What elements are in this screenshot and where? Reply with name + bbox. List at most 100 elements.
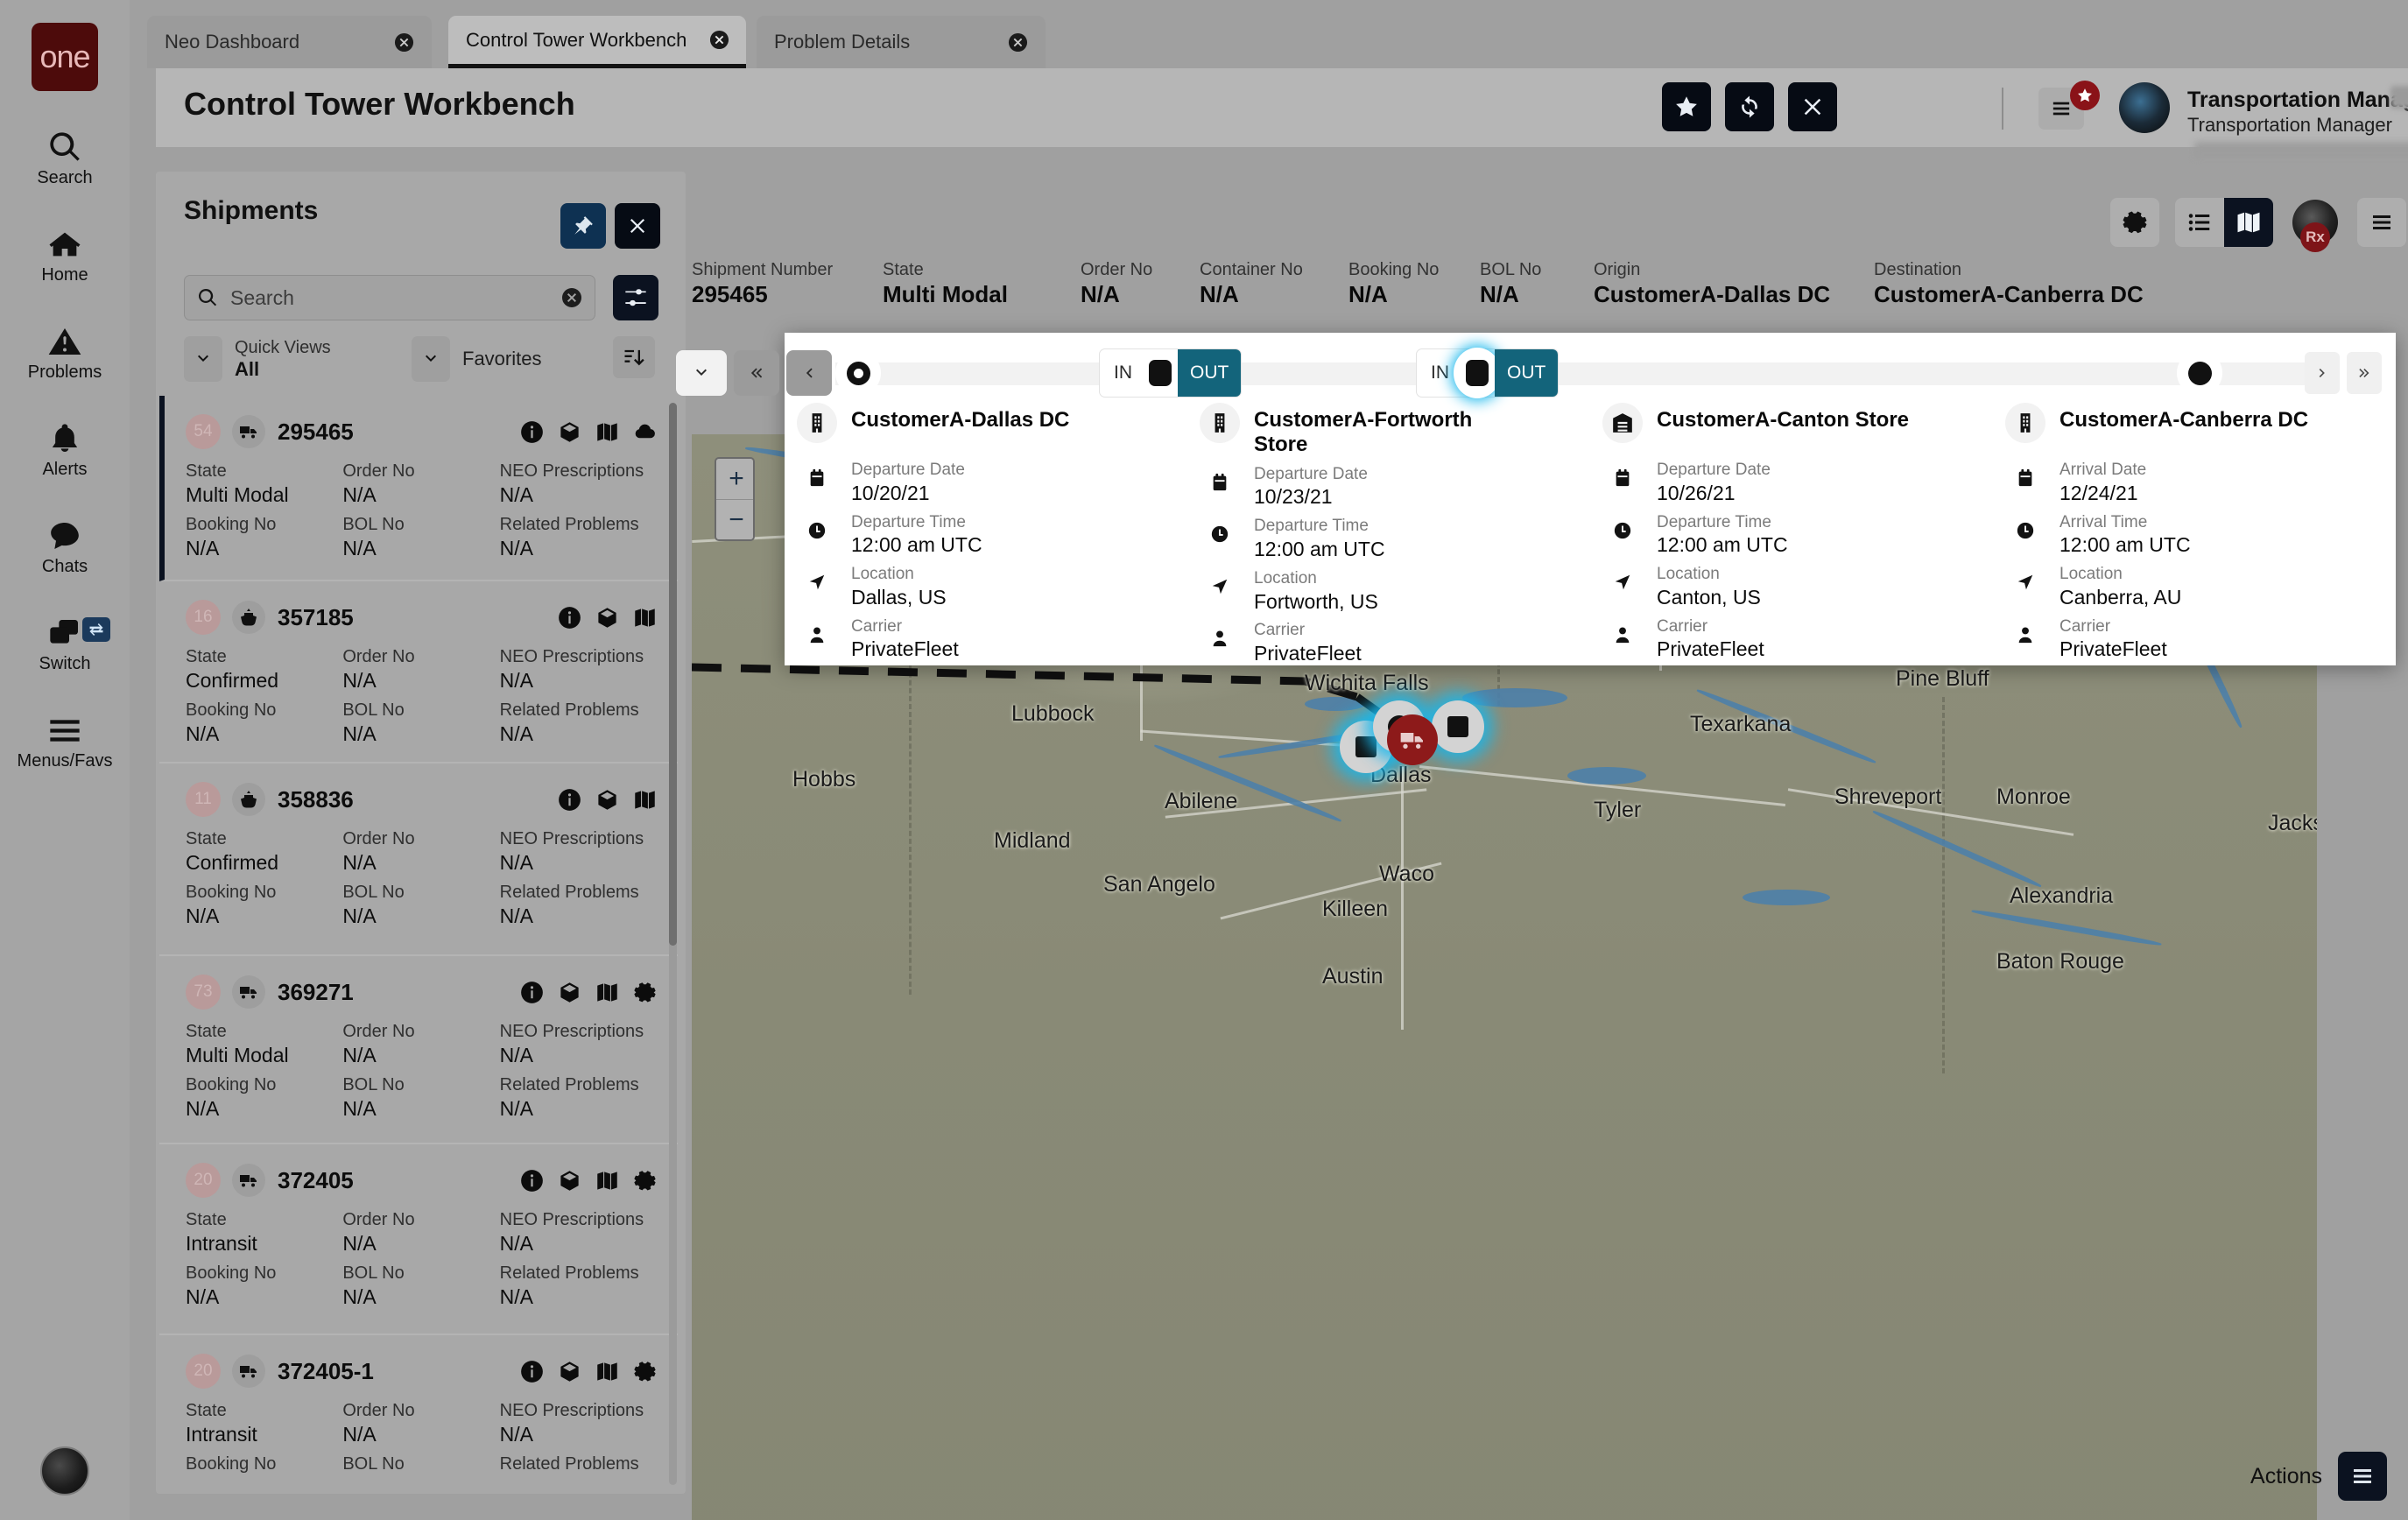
summary-label-state: State: [883, 259, 1008, 280]
close-button[interactable]: [1788, 82, 1837, 131]
filter-button[interactable]: [613, 275, 658, 320]
map-icon[interactable]: [595, 420, 619, 444]
tab-neo-dashboard[interactable]: Neo Dashboard: [147, 16, 432, 68]
field-value-bol-no: N/A: [342, 536, 499, 562]
clear-search-icon[interactable]: [561, 287, 582, 308]
favorites-badge[interactable]: [2070, 81, 2100, 110]
stop-node-fortworth[interactable]: [1143, 354, 1178, 392]
quick-views-label: Quick Views: [235, 338, 331, 358]
map-icon[interactable]: [595, 981, 619, 1004]
search-input-wrapper[interactable]: [184, 275, 595, 320]
shipments-scrollbar-thumb[interactable]: [669, 403, 677, 946]
pin-panel-button[interactable]: [560, 203, 606, 249]
map-city-label: Austin: [1322, 964, 1383, 989]
prev-stop-button[interactable]: [786, 350, 832, 396]
chevron-down-icon[interactable]: [184, 336, 222, 382]
favorite-button[interactable]: [1662, 82, 1711, 131]
stop-inout-toggle-canton[interactable]: IN OUT: [1417, 349, 1558, 397]
close-icon[interactable]: [985, 32, 1028, 53]
field-value-booking-no: N/A: [186, 536, 342, 562]
gear-icon[interactable]: [633, 1360, 657, 1383]
first-stop-button[interactable]: [734, 350, 779, 396]
zoom-in-button[interactable]: +: [716, 459, 755, 499]
refresh-button[interactable]: [1725, 82, 1774, 131]
map-icon[interactable]: [595, 1360, 619, 1383]
package-icon[interactable]: [558, 1360, 581, 1383]
map-icon[interactable]: [595, 1169, 619, 1193]
gear-icon[interactable]: [633, 981, 657, 1004]
actions-button[interactable]: [2338, 1452, 2387, 1501]
close-panel-button[interactable]: [615, 203, 660, 249]
shipment-card[interactable]: 73 369271 StateMulti Modal Order NoN/A N…: [159, 956, 678, 1144]
package-icon[interactable]: [558, 981, 581, 1004]
field-value-related-problems: N/A: [500, 1096, 657, 1122]
shipment-card[interactable]: 20 372405-1 StateIntransit Order NoN/A N…: [159, 1335, 678, 1490]
stop-field-label: Location: [1254, 569, 1378, 589]
map-marker-truck[interactable]: [1387, 714, 1438, 765]
rail-item-menus-favs[interactable]: Menus/Favs: [0, 711, 130, 771]
stops-left-nav: [676, 350, 832, 396]
app-logo[interactable]: one: [32, 23, 98, 91]
shipment-card[interactable]: 16 357185 StateConfirmed Order NoN/A NEO…: [159, 581, 678, 764]
chevron-down-icon[interactable]: [412, 336, 450, 382]
avatar[interactable]: [2119, 82, 2170, 133]
package-icon[interactable]: [595, 788, 619, 812]
next-stop-button[interactable]: [2305, 352, 2340, 394]
close-icon[interactable]: [371, 32, 414, 53]
package-icon[interactable]: [558, 1169, 581, 1193]
info-icon[interactable]: [520, 1169, 544, 1193]
map-icon[interactable]: [633, 788, 657, 812]
map-marker-canton[interactable]: [1432, 700, 1484, 753]
collapse-stops-button[interactable]: [676, 350, 727, 396]
stop-field-label: Location: [2059, 565, 2181, 585]
gear-icon[interactable]: [633, 1169, 657, 1193]
switch-toggle-badge[interactable]: [82, 617, 110, 642]
cloud-icon[interactable]: [633, 420, 657, 444]
shipments-list[interactable]: 54 295465 StateMulti Modal Order NoN/A N…: [159, 396, 678, 1490]
stop-node-origin[interactable]: [835, 350, 881, 396]
tab-control-tower-workbench[interactable]: Control Tower Workbench: [448, 16, 746, 68]
info-icon[interactable]: [558, 606, 581, 630]
stop-node-canton[interactable]: [1460, 354, 1495, 392]
neo-assistant-button[interactable]: Rx: [2289, 198, 2341, 247]
last-stop-button[interactable]: [2347, 352, 2382, 394]
package-icon[interactable]: [558, 420, 581, 444]
stop-node-destination[interactable]: [2177, 350, 2222, 396]
building-icon: [2005, 403, 2045, 443]
search-input[interactable]: [218, 286, 561, 310]
field-label-neo-prescriptions: NEO Prescriptions: [500, 1400, 657, 1422]
map-view-button[interactable]: [2224, 198, 2273, 247]
rail-item-chats[interactable]: Chats: [0, 517, 130, 577]
map-icon[interactable]: [633, 606, 657, 630]
rail-bottom-avatar[interactable]: [40, 1446, 89, 1495]
field-value-order-no: N/A: [342, 1422, 499, 1448]
favorites-control[interactable]: Favorites: [412, 336, 541, 382]
quick-views-control[interactable]: Quick Views All: [184, 336, 331, 382]
stop-inout-toggle-fortworth[interactable]: IN OUT: [1100, 349, 1241, 397]
tab-problem-details[interactable]: Problem Details: [757, 16, 1046, 68]
app-logo-text: one: [39, 39, 89, 75]
detail-menu-button[interactable]: [2357, 198, 2406, 247]
close-icon[interactable]: [686, 30, 729, 50]
info-icon[interactable]: [520, 420, 544, 444]
field-value-state: Intransit: [186, 1422, 342, 1448]
rail-item-home[interactable]: Home: [0, 225, 130, 285]
rail-item-switch[interactable]: Switch: [0, 614, 130, 674]
stop-name: CustomerA-Canton Store: [1657, 403, 1909, 433]
shipment-card[interactable]: 20 372405 StateIntransit Order NoN/A NEO…: [159, 1144, 678, 1335]
map-settings-button[interactable]: [2110, 198, 2159, 247]
shipment-card[interactable]: 54 295465 StateMulti Modal Order NoN/A N…: [159, 396, 678, 581]
info-icon[interactable]: [520, 1360, 544, 1383]
package-icon[interactable]: [595, 606, 619, 630]
info-icon[interactable]: [558, 788, 581, 812]
field-label-state: State: [186, 828, 342, 850]
rail-item-alerts[interactable]: Alerts: [0, 419, 130, 480]
sort-button[interactable]: [613, 336, 655, 378]
zoom-out-button[interactable]: −: [716, 499, 755, 539]
rail-item-problems[interactable]: Problems: [0, 322, 130, 383]
list-view-button[interactable]: [2175, 198, 2224, 247]
shipment-card[interactable]: 11 358836 StateConfirmed Order NoN/A NEO…: [159, 764, 678, 956]
rail-item-search[interactable]: Search: [0, 128, 130, 188]
shipments-scrollbar[interactable]: [669, 403, 677, 1485]
info-icon[interactable]: [520, 981, 544, 1004]
